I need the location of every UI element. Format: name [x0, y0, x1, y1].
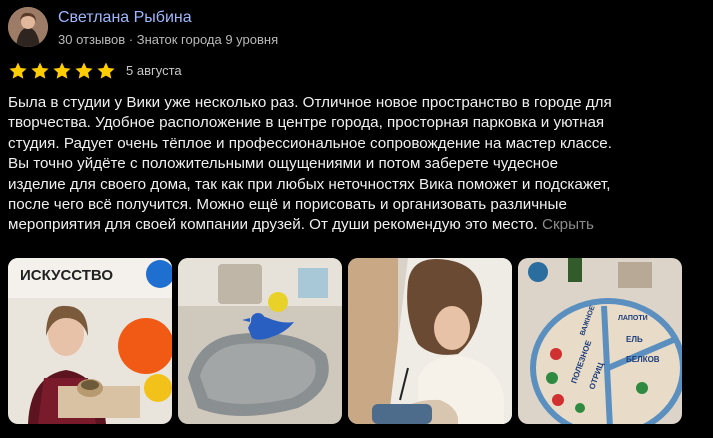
- review-date: 5 августа: [126, 63, 182, 78]
- review-text-line: изделие для своего дома, так как при люб…: [8, 175, 611, 193]
- review-photo[interactable]: ВАЖНОЕ ПОЛЕЗНОЕ ОТРИЦ ЕЛЬ ЛАПОТИ БЕЛКОВ: [518, 258, 682, 424]
- review-text-line: мероприятия для своей компании друзей. О…: [8, 215, 708, 235]
- review-text: Была в студии у Вики уже несколько раз. …: [8, 93, 708, 236]
- review-text-line: Была в студии у Вики уже несколько раз. …: [8, 94, 612, 111]
- star-icon: [31, 62, 49, 79]
- review-photo[interactable]: [348, 258, 512, 424]
- photo-gallery: ИСКУССТВО ВАЖНОЕ ПОЛЕЗНОЕ ОТРИЦ ЕЛЬ ЛАПО…: [8, 258, 682, 424]
- photo-painted-plate: ВАЖНОЕ ПОЛЕЗНОЕ ОТРИЦ ЕЛЬ ЛАПОТИ БЕЛКОВ: [518, 258, 682, 424]
- review-text-line: после чего всё получится. Можно ещё и по…: [8, 196, 567, 214]
- review-text-line: студия. Радует очень тёплое и профессион…: [8, 134, 612, 152]
- review-photo[interactable]: [178, 258, 342, 424]
- plate-text: БЕЛКОВ: [626, 355, 660, 364]
- review-photo[interactable]: ИСКУССТВО: [8, 258, 172, 424]
- review-text-line: творчества. Удобное расположение в центр…: [8, 114, 605, 132]
- photo-sign-text: ИСКУССТВО: [20, 267, 113, 284]
- photo-woman-with-bowl: ИСКУССТВО: [8, 258, 172, 424]
- review-text-line-last: мероприятия для своей компании друзей. О…: [8, 216, 538, 234]
- review-text-line: Вы точно уйдёте с положительными ощущени…: [8, 155, 559, 173]
- photo-clay-plate-bird: [178, 258, 342, 424]
- star-icon: [97, 62, 115, 79]
- plate-text: ЕЛЬ: [626, 335, 643, 344]
- star-icon: [75, 62, 93, 79]
- photo-woman-painting: [348, 258, 512, 424]
- plate-text: ЛАПОТИ: [618, 315, 648, 322]
- hide-text-link[interactable]: Скрыть: [542, 216, 594, 233]
- star-icon: [9, 62, 27, 79]
- reviewer-avatar[interactable]: [8, 7, 48, 47]
- user-avatar-icon: [8, 7, 48, 47]
- author-meta: 30 отзывов · Знаток города 9 уровня: [58, 32, 279, 47]
- star-icon: [53, 62, 71, 79]
- rating-stars: [8, 61, 116, 81]
- author-name[interactable]: Светлана Рыбина: [58, 9, 192, 27]
